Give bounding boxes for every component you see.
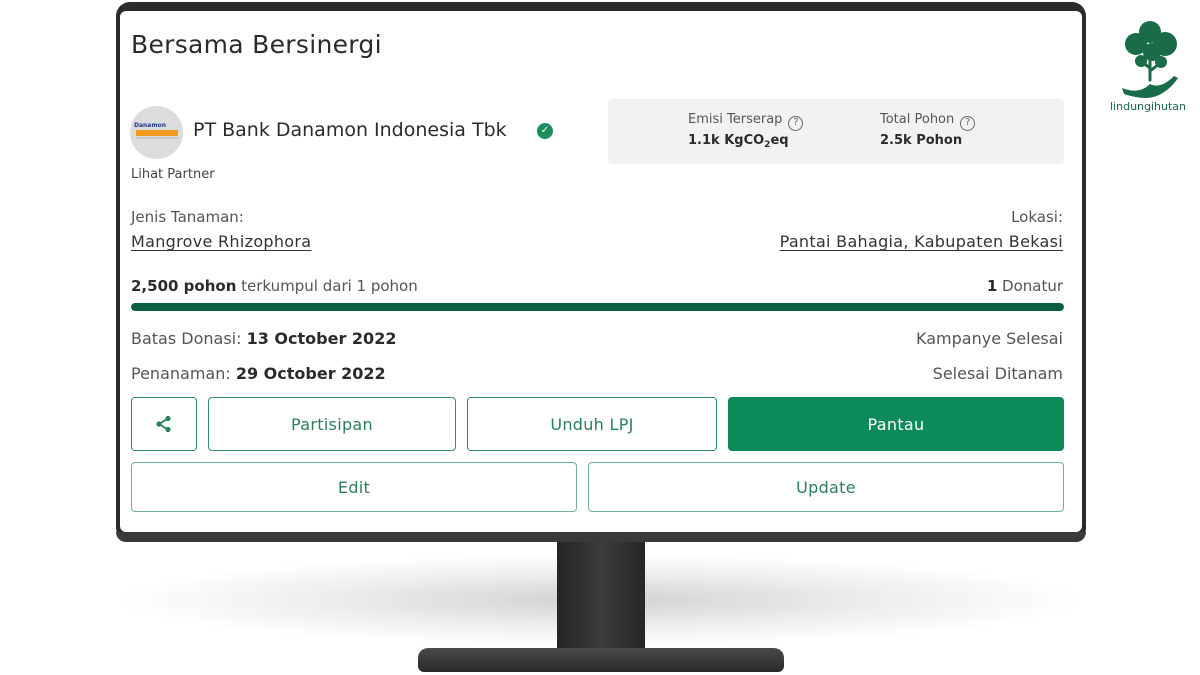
- update-button[interactable]: Update: [588, 462, 1064, 512]
- penanaman-label: Penanaman:: [131, 364, 236, 383]
- emisi-value-unit: eq: [770, 133, 789, 148]
- brand-name: lindungihutan: [1110, 100, 1187, 113]
- collected-count: 2,500 pohon: [131, 277, 237, 295]
- jenis-tanaman-link[interactable]: Mangrove Rhizophora: [131, 232, 311, 251]
- monitor-bezel-bottom: [116, 532, 1086, 542]
- batas-label: Batas Donasi:: [131, 329, 247, 348]
- jenis-tanaman-label: Jenis Tanaman:: [131, 208, 244, 226]
- help-icon[interactable]: ?: [788, 116, 804, 131]
- share-button[interactable]: [131, 397, 197, 451]
- emisi-value: 1.1k KgCO2eq: [688, 133, 789, 150]
- progress-bar-fill: [131, 303, 1064, 311]
- lokasi-label: Lokasi:: [1011, 208, 1063, 226]
- unduh-lpj-button[interactable]: Unduh LPJ: [467, 397, 717, 451]
- total-pohon-label: Total Pohon: [880, 112, 955, 127]
- campaign-card: Bersama Bersinergi Danamon PT Bank Danam…: [120, 11, 1082, 532]
- campaign-status: Kampanye Selesai: [916, 329, 1063, 348]
- donor-count: 1: [986, 277, 998, 295]
- lihat-partner-link[interactable]: Lihat Partner: [131, 167, 215, 182]
- help-icon[interactable]: ?: [960, 116, 976, 131]
- collected-rest: terkumpul dari 1 pohon: [236, 277, 418, 295]
- pohon-label-row: Total Pohon?: [880, 112, 976, 131]
- lokasi-link[interactable]: Pantai Bahagia, Kabupaten Bekasi: [780, 232, 1063, 251]
- share-icon: [156, 415, 171, 433]
- logo-stripe-thin: [136, 137, 178, 139]
- monitor-stand-neck: [557, 542, 645, 660]
- partner-name[interactable]: PT Bank Danamon Indonesia Tbk: [193, 119, 507, 141]
- penanaman-date: 29 October 2022: [235, 364, 386, 383]
- progress-summary: 2,500 pohon terkumpul dari 1 pohon: [131, 277, 418, 295]
- campaign-title: Bersama Bersinergi: [131, 30, 382, 59]
- edit-button[interactable]: Edit: [131, 462, 577, 512]
- donor-summary: 1 Donatur: [987, 277, 1063, 295]
- emisi-label-row: Emisi Terserap?: [688, 112, 804, 131]
- impact-stats-box: Emisi Terserap? 1.1k KgCO2eq Total Pohon…: [608, 99, 1064, 164]
- total-pohon-value: 2.5k Pohon: [880, 133, 963, 148]
- progress-bar: [131, 303, 1064, 311]
- penanaman: Penanaman: 29 October 2022: [131, 364, 386, 383]
- batas-date: 13 October 2022: [246, 329, 397, 348]
- partisipan-button[interactable]: Partisipan: [208, 397, 456, 451]
- batas-donasi: Batas Donasi: 13 October 2022: [131, 329, 396, 348]
- emisi-value-main: 1.1k KgCO: [688, 133, 765, 148]
- monitor-stand-base: [418, 648, 784, 672]
- partner-logo-text: Danamon: [134, 122, 166, 129]
- donor-label: Donatur: [997, 277, 1063, 295]
- emisi-label: Emisi Terserap: [688, 112, 783, 127]
- pantau-button[interactable]: Pantau: [728, 397, 1064, 451]
- verified-check-icon: ✓: [537, 123, 553, 139]
- partner-logo[interactable]: Danamon: [130, 106, 183, 159]
- planting-status: Selesai Ditanam: [932, 364, 1063, 383]
- logo-stripe: [136, 130, 178, 136]
